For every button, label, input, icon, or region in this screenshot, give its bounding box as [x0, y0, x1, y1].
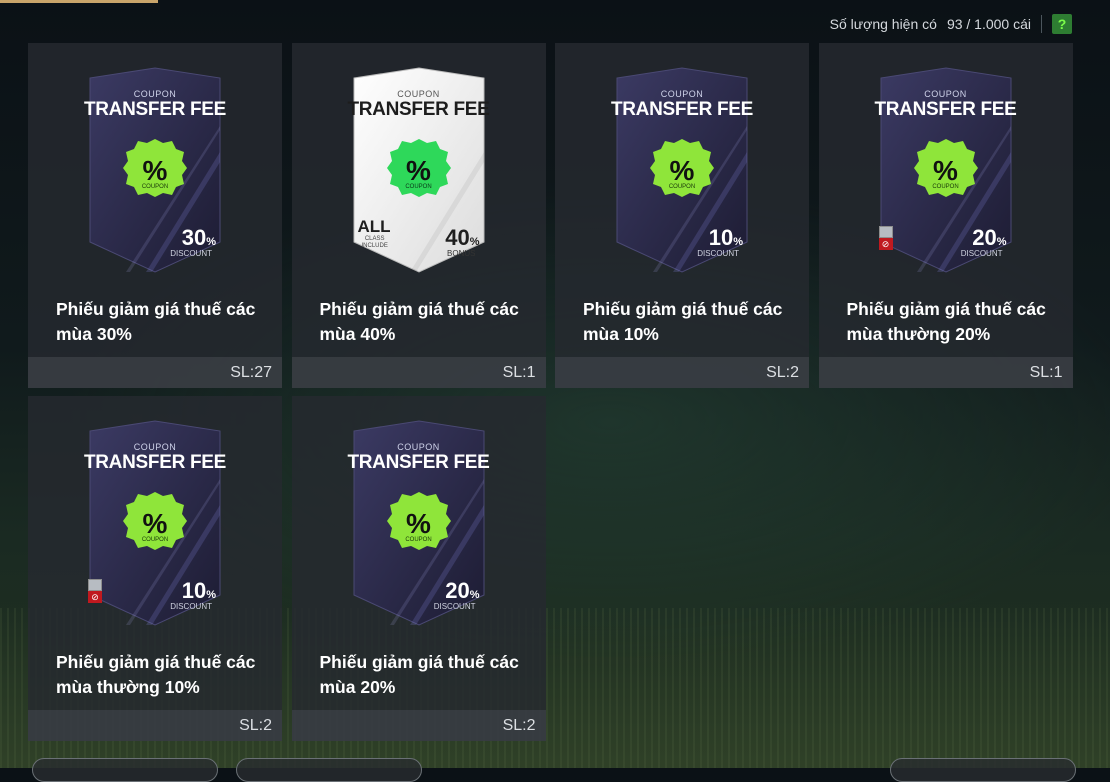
percent-seal-symbol: % — [933, 155, 958, 186]
coupon-small-label: COUPON — [924, 89, 967, 99]
discount-type: DISCOUNT — [697, 249, 739, 258]
coupon-quantity: SL:2 — [239, 716, 272, 734]
coupon-small-label: COUPON — [660, 89, 704, 99]
discount-value: 30% — [181, 225, 216, 250]
coupon-small-label: COUPON — [133, 89, 177, 99]
discount-value: 20% — [445, 578, 480, 603]
coupon-item-card[interactable]: COUPON TRANSFER FEE % COUPON 30% DISCOUN… — [28, 43, 282, 388]
coupon-quantity-bar: SL:2 — [291, 710, 546, 741]
coupon-name: Phiếu giảm giá thuế các mùa thường 20% — [846, 299, 1046, 344]
discount-type: DISCOUNT — [960, 249, 1003, 258]
no-trade-icon: ⊘ — [878, 238, 893, 250]
percent-seal-symbol: % — [669, 155, 695, 186]
discount-value: 20% — [972, 225, 1007, 250]
discount-type: DISCOUNT — [433, 602, 476, 611]
percent-seal-symbol: % — [406, 508, 431, 539]
coupon-title: TRANSFER FEE — [347, 99, 490, 120]
coupon-name: Phiếu giảm giá thuế các mùa 30% — [56, 299, 256, 344]
coupon-item-card[interactable]: COUPON TRANSFER FEE % COUPON ⊘ 10% DISCO… — [28, 396, 282, 741]
coupon-item-card[interactable]: COUPON TRANSFER FEE % COUPON ALL CLASS IN… — [291, 43, 546, 388]
inventory-quantity-bar: Số lượng hiện có 93 / 1.000 cái ? — [830, 12, 1072, 36]
coupon-small-label: COUPON — [133, 442, 177, 452]
coupon-quantity-bar: SL:1 — [291, 357, 546, 388]
coupon-small-label: COUPON — [397, 89, 440, 99]
discount-value: 10% — [181, 578, 216, 603]
coupon-art: COUPON TRANSFER FEE % COUPON 30% DISCOUN… — [28, 43, 282, 288]
percent-seal-symbol: % — [142, 155, 168, 186]
coupon-title: TRANSFER FEE — [83, 99, 227, 120]
quantity-value: 93 / 1.000 cái — [946, 16, 1031, 32]
coupon-art: COUPON TRANSFER FEE % COUPON ⊘ 20% DISCO… — [819, 43, 1073, 288]
coupon-title: TRANSFER FEE — [874, 99, 1017, 120]
coupon-quantity-bar: SL:27 — [28, 357, 282, 388]
coupon-small-label: COUPON — [397, 442, 440, 452]
percent-seal-label: COUPON — [932, 184, 959, 190]
discount-type: BONUS — [447, 249, 476, 258]
coupon-item-card[interactable]: COUPON TRANSFER FEE % COUPON 20% DISCOUN… — [291, 396, 546, 741]
bottom-action-button[interactable] — [236, 758, 422, 782]
restriction-badges: ⊘ — [878, 226, 893, 250]
restriction-badges: ⊘ — [88, 579, 102, 603]
coupon-quantity-bar: SL:2 — [28, 710, 282, 741]
bottom-action-button[interactable] — [890, 758, 1076, 782]
discount-value: 10% — [708, 225, 743, 250]
coupon-quantity: SL:2 — [766, 363, 799, 381]
locked-icon — [878, 226, 893, 238]
discount-type: DISCOUNT — [170, 602, 212, 611]
coupon-quantity: SL:1 — [502, 363, 536, 381]
coupon-quantity-bar: SL:2 — [555, 357, 809, 388]
coupon-quantity-bar: SL:1 — [818, 357, 1073, 388]
coupon-name: Phiếu giảm giá thuế các mùa 20% — [319, 652, 519, 697]
coupon-name: Phiếu giảm giá thuế các mùa 10% — [583, 299, 783, 344]
percent-seal-label: COUPON — [141, 184, 169, 190]
percent-seal-label: COUPON — [405, 184, 432, 190]
bottom-action-button[interactable] — [32, 758, 218, 782]
locked-icon — [88, 579, 102, 591]
percent-seal-label: COUPON — [141, 537, 169, 543]
coupon-title: TRANSFER FEE — [347, 452, 490, 473]
coupon-name: Phiếu giảm giá thuế các mùa 40% — [319, 299, 519, 344]
no-trade-icon: ⊘ — [88, 591, 102, 603]
coupon-art: COUPON TRANSFER FEE % COUPON ALL CLASS IN… — [292, 43, 546, 288]
top-accent-line — [0, 0, 158, 3]
discount-type: DISCOUNT — [170, 249, 212, 258]
all-class-label: ALL — [357, 217, 391, 236]
percent-seal-symbol: % — [142, 508, 168, 539]
all-class-sub: CLASS INCLUDE — [361, 236, 388, 249]
coupon-quantity: SL:2 — [502, 716, 536, 734]
coupon-art: COUPON TRANSFER FEE % COUPON 10% DISCOUN… — [555, 43, 809, 288]
quantity-label: Số lượng hiện có — [829, 16, 937, 32]
coupon-item-card[interactable]: COUPON TRANSFER FEE % COUPON ⊘ 20% DISCO… — [818, 43, 1073, 388]
coupon-art: COUPON TRANSFER FEE % COUPON ⊘ 10% DISCO… — [28, 396, 282, 641]
percent-seal-symbol: % — [406, 155, 431, 186]
discount-value: 40% — [445, 225, 480, 250]
percent-seal-label: COUPON — [668, 184, 696, 190]
coupon-name: Phiếu giảm giá thuế các mùa thường 10% — [56, 652, 256, 697]
coupon-quantity: SL:27 — [230, 363, 272, 381]
help-button[interactable]: ? — [1052, 14, 1072, 34]
coupon-title: TRANSFER FEE — [610, 99, 754, 120]
percent-seal-label: COUPON — [405, 537, 432, 543]
coupon-quantity: SL:1 — [1029, 363, 1063, 381]
coupon-art: COUPON TRANSFER FEE % COUPON 20% DISCOUN… — [292, 396, 546, 641]
divider — [1041, 15, 1042, 33]
coupon-item-card[interactable]: COUPON TRANSFER FEE % COUPON 10% DISCOUN… — [555, 43, 809, 388]
coupon-title: TRANSFER FEE — [83, 452, 227, 473]
